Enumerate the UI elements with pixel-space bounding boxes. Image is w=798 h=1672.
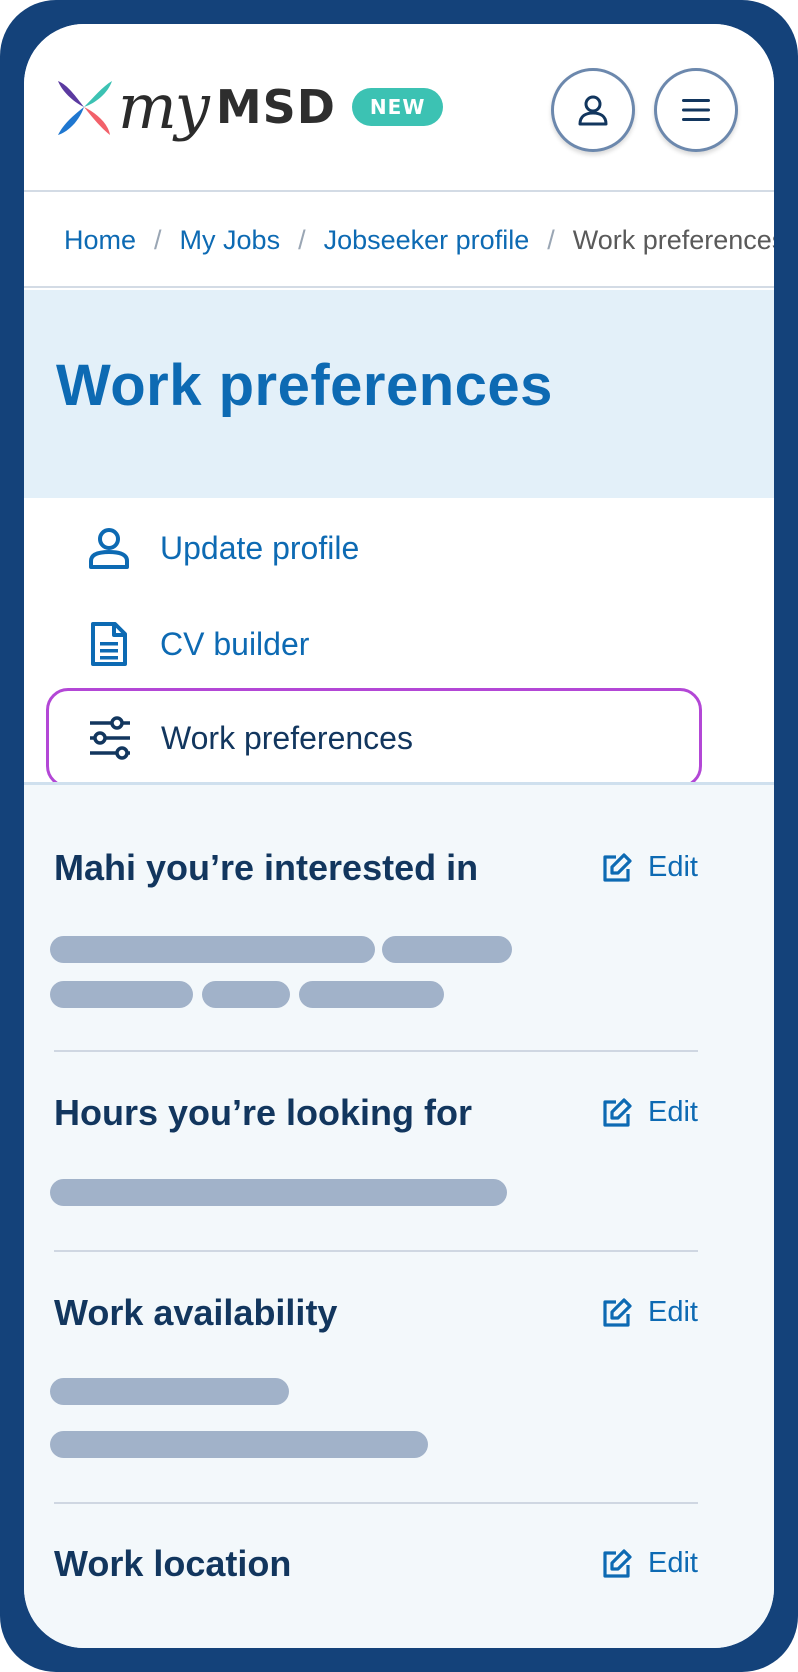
menu-button[interactable] — [654, 68, 738, 152]
account-button[interactable] — [551, 68, 635, 152]
edit-icon — [603, 1297, 632, 1327]
skeleton-placeholder — [202, 981, 290, 1008]
edit-icon — [603, 1097, 632, 1127]
subnav-item-label: Work preferences — [161, 719, 413, 756]
subnav-cv-builder[interactable]: CV builder — [48, 594, 704, 694]
section-location: Work location Edit — [54, 1543, 698, 1648]
breadcrumb-separator: / — [547, 224, 555, 255]
edit-location-button[interactable]: Edit — [602, 1547, 698, 1580]
sliders-icon — [85, 713, 135, 763]
screen: my MSD NEW Home / My Jobs / Jobseeker pr… — [24, 24, 774, 1648]
skeleton-placeholder — [299, 981, 444, 1008]
edit-icon — [603, 852, 632, 882]
page-title-banner: Work preferences — [24, 290, 774, 498]
skeleton-placeholder — [382, 936, 512, 963]
section-interests: Mahi you’re interested in Edit — [50, 847, 698, 1047]
skeleton-placeholder — [50, 1378, 289, 1405]
subnav-item-label: CV builder — [160, 625, 310, 662]
subnav-update-profile[interactable]: Update profile — [48, 498, 704, 598]
skeleton-placeholder — [50, 1179, 507, 1206]
subnav-work-preferences[interactable]: Work preferences — [46, 688, 702, 788]
document-icon — [84, 619, 134, 669]
breadcrumb-my-jobs[interactable]: My Jobs — [180, 225, 281, 256]
profile-subnav: Update profile CV builder Work preferenc… — [24, 498, 774, 788]
breadcrumb-separator: / — [298, 224, 306, 255]
edit-label: Edit — [648, 1096, 698, 1128]
section-divider — [54, 1050, 698, 1052]
logo-text-msd: MSD — [215, 80, 336, 134]
subnav-item-label: Update profile — [160, 529, 360, 566]
mymsd-logo[interactable]: my MSD NEW — [54, 70, 444, 143]
breadcrumb: Home / My Jobs / Jobseeker profile / Wor… — [24, 194, 774, 288]
new-badge: NEW — [351, 88, 444, 126]
section-divider — [54, 1250, 698, 1252]
section-title: Work availability — [54, 1292, 338, 1333]
site-header: my MSD NEW — [24, 24, 774, 192]
edit-hours-button[interactable]: Edit — [602, 1096, 698, 1129]
skeleton-placeholder — [50, 936, 375, 963]
logo-text-my: my — [118, 70, 210, 143]
logo-mark-icon — [58, 81, 112, 135]
skeleton-placeholder — [50, 981, 193, 1008]
section-title: Mahi you’re interested in — [54, 847, 479, 888]
section-divider — [54, 1502, 698, 1504]
person-icon — [84, 523, 134, 573]
breadcrumb-separator: / — [154, 224, 162, 255]
edit-label: Edit — [648, 1296, 698, 1328]
page-title: Work preferences — [56, 353, 553, 418]
breadcrumb-current: Work preferences — [572, 224, 774, 255]
edit-label: Edit — [648, 1547, 698, 1579]
section-title: Hours you’re looking for — [54, 1092, 473, 1133]
edit-interests-button[interactable]: Edit — [602, 851, 698, 884]
breadcrumb-home[interactable]: Home — [64, 225, 136, 256]
breadcrumb-jobseeker-profile[interactable]: Jobseeker profile — [324, 225, 530, 256]
edit-icon — [603, 1548, 632, 1578]
section-title: Work location — [54, 1543, 292, 1584]
person-icon — [578, 95, 608, 126]
preferences-content: Mahi you’re interested in Edit Hours you… — [24, 782, 774, 1648]
hamburger-menu-icon — [682, 99, 710, 121]
section-availability: Work availability Edit — [50, 1292, 698, 1492]
edit-availability-button[interactable]: Edit — [602, 1296, 698, 1329]
device-frame: my MSD NEW Home / My Jobs / Jobseeker pr… — [0, 0, 798, 1672]
skeleton-placeholder — [50, 1431, 428, 1458]
edit-label: Edit — [648, 851, 698, 883]
section-hours: Hours you’re looking for Edit — [50, 1092, 698, 1242]
